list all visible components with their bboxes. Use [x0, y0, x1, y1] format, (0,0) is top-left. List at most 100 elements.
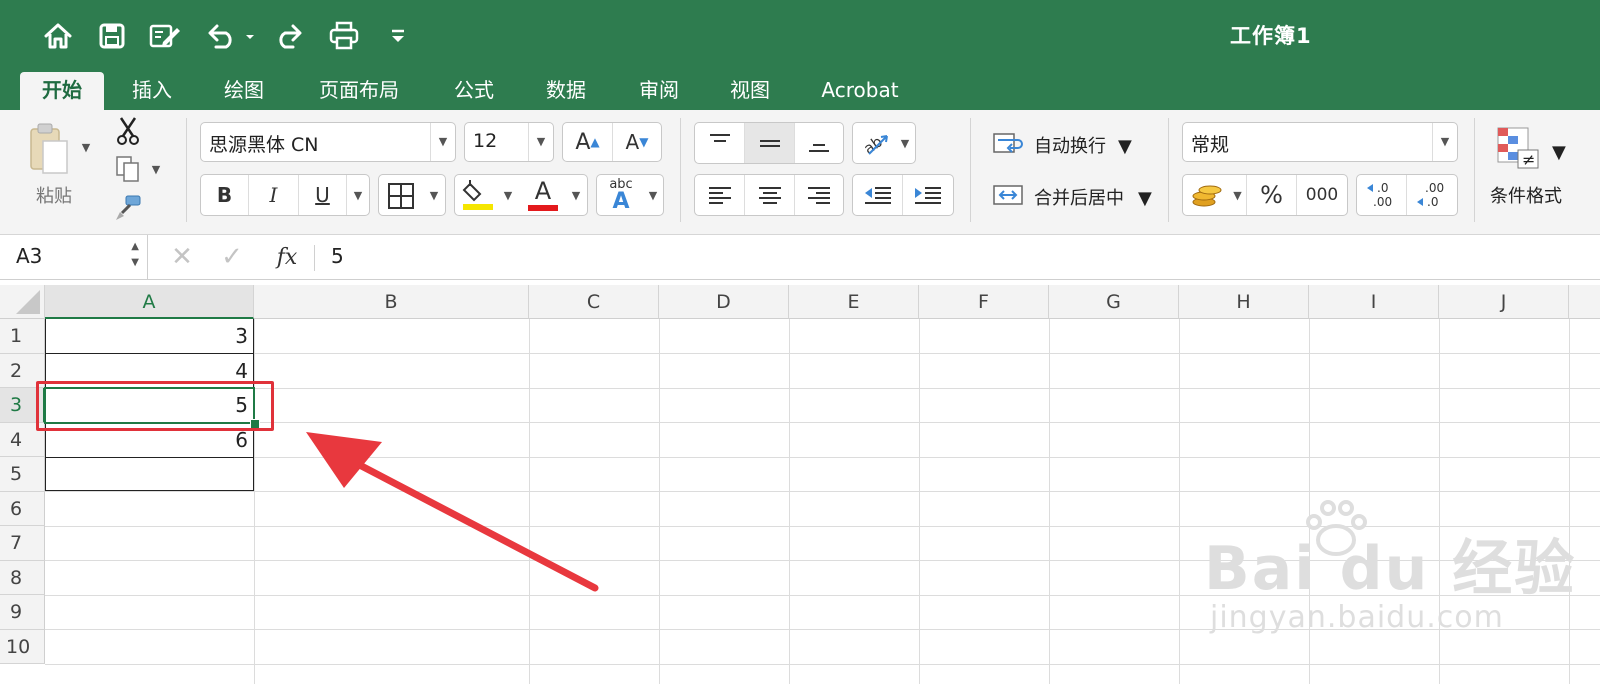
italic-button[interactable]: I	[249, 175, 299, 215]
merge-center-label[interactable]: 合并后居中	[1034, 184, 1124, 210]
tab-view[interactable]: 视图	[712, 72, 788, 110]
conditional-format-icon[interactable]: ≠	[1492, 122, 1544, 174]
conditional-format-dropdown-icon[interactable]: ▼	[1552, 142, 1566, 163]
number-format-field[interactable]: 常规 ▼	[1182, 122, 1458, 162]
increase-indent-icon[interactable]	[903, 175, 953, 215]
decrease-font-size-icon[interactable]: A ▼	[613, 123, 661, 161]
accounting-dropdown-icon[interactable]: ▼	[1229, 175, 1247, 215]
increase-font-size-icon[interactable]: A ▲	[563, 123, 613, 161]
svg-text:.00: .00	[1373, 195, 1392, 209]
underline-dropdown-icon[interactable]: ▼	[347, 175, 369, 215]
format-painter-icon[interactable]	[112, 192, 144, 224]
align-right-icon[interactable]	[795, 175, 843, 215]
decrease-indent-icon[interactable]	[853, 175, 903, 215]
undo-icon[interactable]	[200, 16, 260, 56]
row-header-8[interactable]: 8	[0, 560, 45, 595]
fill-color-dropdown-icon[interactable]: ▼	[499, 175, 517, 215]
row-header-6[interactable]: 6	[0, 491, 45, 526]
edit-icon[interactable]	[145, 16, 185, 56]
print-icon[interactable]	[324, 16, 364, 56]
paste-dropdown-icon[interactable]: ▼	[80, 140, 92, 154]
font-size-dropdown-icon[interactable]: ▼	[528, 123, 553, 161]
align-center-icon[interactable]	[745, 175, 795, 215]
column-header-f[interactable]: F	[919, 285, 1049, 319]
percent-button[interactable]: %	[1247, 175, 1297, 215]
font-name-dropdown-icon[interactable]: ▼	[430, 123, 455, 161]
align-middle-icon[interactable]	[745, 123, 795, 163]
merge-center-dropdown-icon[interactable]: ▼	[1138, 188, 1152, 209]
orientation-button[interactable]: ab ▼	[852, 122, 916, 164]
customize-icon[interactable]	[378, 16, 418, 56]
row-header-5[interactable]: 5	[0, 457, 45, 492]
tab-acrobat[interactable]: Acrobat	[810, 72, 910, 110]
column-header-i[interactable]: I	[1309, 285, 1439, 319]
align-top-icon[interactable]	[695, 123, 745, 163]
borders-dropdown-icon[interactable]: ▼	[423, 175, 445, 215]
tab-insert[interactable]: 插入	[114, 72, 190, 110]
comma-style-button[interactable]: 000	[1297, 175, 1347, 215]
underline-button[interactable]: U	[299, 175, 347, 215]
column-header-e[interactable]: E	[789, 285, 919, 319]
formula-input[interactable]: 5	[331, 244, 344, 268]
wrap-text-label[interactable]: 自动换行	[1034, 132, 1106, 158]
fill-color-icon[interactable]	[457, 177, 497, 213]
number-format-dropdown-icon[interactable]: ▼	[1432, 123, 1457, 161]
conditional-format-label[interactable]: 条件格式	[1490, 182, 1562, 208]
column-header-c[interactable]: C	[529, 285, 659, 319]
select-all-corner[interactable]	[0, 285, 45, 319]
color-group: ▼ A ▼	[454, 174, 588, 216]
row-header-10[interactable]: 10	[0, 629, 45, 664]
tab-data[interactable]: 数据	[528, 72, 604, 110]
column-header-h[interactable]: H	[1179, 285, 1309, 319]
copy-icon[interactable]	[112, 154, 144, 184]
name-box[interactable]: A3 ▲ ▼	[0, 235, 148, 279]
align-left-icon[interactable]	[695, 175, 745, 215]
phonetic-button[interactable]: abc A ▼	[596, 174, 664, 216]
paste-label: 粘贴	[36, 186, 72, 207]
wrap-text-icon[interactable]	[990, 126, 1026, 160]
bold-button[interactable]: B	[201, 175, 249, 215]
row-header-7[interactable]: 7	[0, 526, 45, 561]
borders-button[interactable]: ▼	[378, 174, 446, 216]
column-header-g[interactable]: G	[1049, 285, 1179, 319]
phonetic-dropdown-icon[interactable]: ▼	[643, 175, 663, 215]
tab-home[interactable]: 开始	[20, 72, 104, 110]
row-header-9[interactable]: 9	[0, 595, 45, 630]
font-name-value: 思源黑体 CN	[209, 134, 319, 156]
name-box-stepper-icon[interactable]: ▲ ▼	[131, 239, 139, 271]
column-header-b[interactable]: B	[254, 285, 529, 319]
accounting-format-icon[interactable]	[1185, 175, 1229, 215]
font-color-icon[interactable]: A	[521, 175, 565, 215]
tab-draw[interactable]: 绘图	[206, 72, 282, 110]
row-header-1[interactable]: 1	[0, 319, 45, 354]
watermark-brand: Bai du 经验	[1204, 534, 1577, 604]
title-bar: 工作簿1 开始 插入 绘图 页面布局 公式 数据 审阅 视图 Acrobat	[0, 0, 1600, 110]
column-header-d[interactable]: D	[659, 285, 789, 319]
increase-decimal-icon[interactable]: .0.00	[1357, 175, 1407, 215]
align-bottom-icon[interactable]	[795, 123, 843, 163]
tab-page-layout[interactable]: 页面布局	[300, 72, 418, 110]
save-icon[interactable]	[92, 16, 132, 56]
decrease-decimal-icon[interactable]: .00.0	[1407, 175, 1457, 215]
home-icon[interactable]	[38, 16, 78, 56]
orientation-dropdown-icon[interactable]: ▼	[895, 123, 915, 163]
font-color-dropdown-icon[interactable]: ▼	[567, 175, 585, 215]
redo-icon[interactable]	[270, 16, 310, 56]
indent-group	[852, 174, 954, 216]
copy-dropdown-icon[interactable]: ▼	[150, 162, 162, 176]
tab-review[interactable]: 审阅	[621, 72, 697, 110]
merge-center-icon[interactable]	[990, 178, 1026, 212]
font-color-glyph: A	[534, 177, 552, 205]
wrap-text-dropdown-icon[interactable]: ▼	[1118, 136, 1132, 157]
tab-formulas[interactable]: 公式	[436, 72, 512, 110]
insert-function-icon[interactable]: fx	[268, 241, 306, 273]
column-header-j[interactable]: J	[1439, 285, 1569, 319]
font-size-field[interactable]: 12 ▼	[464, 122, 554, 162]
cut-icon[interactable]	[112, 114, 144, 148]
confirm-entry-icon[interactable]: ✓	[216, 241, 248, 273]
cancel-entry-icon[interactable]: ✕	[166, 241, 198, 273]
cell-a1[interactable]: 3	[45, 319, 254, 353]
paste-icon[interactable]	[18, 118, 78, 180]
column-header-a[interactable]: A	[45, 285, 254, 319]
font-name-field[interactable]: 思源黑体 CN ▼	[200, 122, 456, 162]
